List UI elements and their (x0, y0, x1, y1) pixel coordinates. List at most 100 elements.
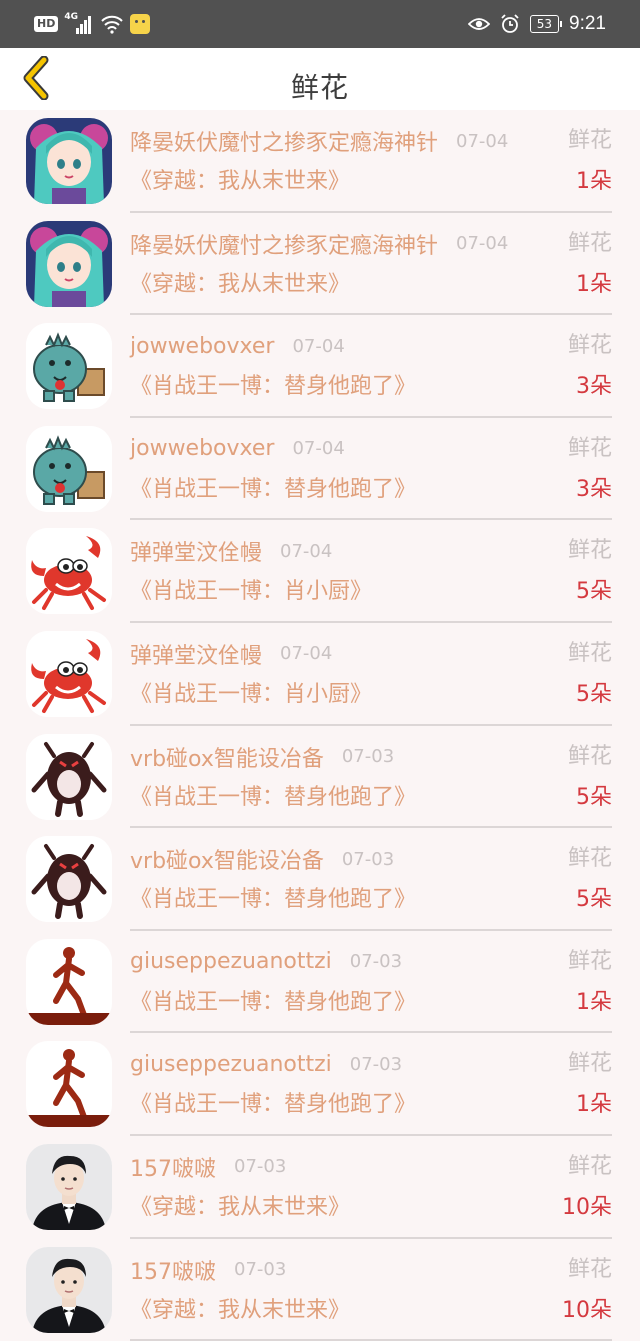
avatar-image (26, 220, 112, 307)
user-meta: jowwebovxer 07-04 (130, 329, 345, 363)
gift-date: 07-03 (234, 1259, 287, 1281)
user-meta: 降晏妖伏魔忖之掺豕定瘾海神针 07-04 (130, 124, 508, 158)
avatar[interactable] (26, 938, 112, 1025)
flower-count: 5朵 (576, 579, 612, 605)
book-title[interactable]: 《肖战王一博：替身他跑了》 (130, 985, 416, 1021)
gift-kind: 鲜花 (567, 948, 612, 974)
avatar-image (26, 1143, 112, 1230)
user-meta: 降晏妖伏魔忖之掺豕定瘾海神针 07-04 (130, 227, 508, 261)
book-title[interactable]: 《肖战王一博：替身他跑了》 (130, 882, 416, 918)
book-title[interactable]: 《穿越：我从末世来》 (130, 1190, 350, 1226)
gift-kind: 鲜花 (567, 128, 612, 153)
book-title[interactable]: 《穿越：我从末世来》 (130, 164, 350, 200)
notification-face-icon (130, 14, 151, 34)
list-item[interactable]: jowwebovxer 07-04 鲜花 《肖战王一博：替身他跑了》 3朵 (0, 315, 640, 418)
avatar[interactable] (26, 630, 112, 717)
book-title[interactable]: 《肖战王一博：替身他跑了》 (130, 472, 416, 508)
list-item[interactable]: 157啵啵 07-03 鲜花 《穿越：我从末世来》 10朵 (0, 1239, 640, 1341)
list-item[interactable]: vrb碰ox智能设冶备 07-03 鲜花 《肖战王一博：替身他跑了》 5朵 (0, 828, 640, 931)
avatar[interactable] (26, 836, 112, 923)
book-title[interactable]: 《肖战王一博：肖小厨》 (130, 677, 372, 713)
list-item[interactable]: giuseppezuanottzi 07-03 鲜花 《肖战王一博：替身他跑了》… (0, 1033, 640, 1136)
user-meta: 157啵啵 07-03 (130, 1150, 286, 1184)
gift-date: 07-04 (456, 233, 509, 255)
avatar[interactable] (26, 528, 112, 615)
avatar-image (26, 1041, 112, 1128)
flower-count: 5朵 (576, 887, 612, 913)
user-name[interactable]: vrb碰ox智能设冶备 (130, 843, 324, 875)
list-item[interactable]: giuseppezuanottzi 07-03 鲜花 《肖战王一博：替身他跑了》… (0, 931, 640, 1034)
avatar-image (26, 733, 112, 820)
list-item[interactable]: 弹弹堂汶佺幔 07-04 鲜花 《肖战王一博：肖小厨》 5朵 (0, 623, 640, 726)
gift-date: 07-03 (349, 951, 403, 973)
gift-kind: 鲜花 (567, 640, 612, 666)
book-title[interactable]: 《穿越：我从末世来》 (130, 267, 350, 303)
avatar[interactable] (26, 220, 112, 307)
gift-kind: 鲜花 (567, 846, 612, 872)
book-title[interactable]: 《肖战王一博：替身他跑了》 (130, 369, 416, 405)
alarm-icon (501, 14, 519, 33)
book-title[interactable]: 《肖战王一博：替身他跑了》 (130, 1087, 416, 1123)
status-left-icons: HD 4G (34, 12, 151, 36)
book-title[interactable]: 《肖战王一博：替身他跑了》 (130, 780, 416, 816)
user-meta: 弹弹堂汶佺幔 07-04 (130, 637, 332, 671)
eye-icon (467, 18, 490, 30)
list-item[interactable]: 157啵啵 07-03 鲜花 《穿越：我从末世来》 10朵 (0, 1136, 640, 1239)
avatar-image (26, 528, 112, 615)
nav-bar: 鲜花 (0, 48, 640, 110)
user-name[interactable]: 降晏妖伏魔忖之掺豕定瘾海神针 (130, 125, 438, 157)
list-item[interactable]: 弹弹堂汶佺幔 07-04 鲜花 《肖战王一博：肖小厨》 5朵 (0, 520, 640, 623)
user-name[interactable]: 157啵啵 (130, 1151, 216, 1183)
wifi-icon (101, 15, 124, 34)
user-name[interactable]: giuseppezuanottzi (130, 949, 332, 974)
gift-kind: 鲜花 (567, 1256, 612, 1282)
user-meta: vrb碰ox智能设冶备 07-03 (130, 842, 394, 876)
user-name[interactable]: 弹弹堂汶佺幔 (130, 535, 262, 567)
avatar[interactable] (26, 1041, 112, 1128)
flower-count: 3朵 (576, 476, 612, 502)
flower-count: 1朵 (576, 1092, 612, 1118)
list-item[interactable]: jowwebovxer 07-04 鲜花 《肖战王一博：替身他跑了》 3朵 (0, 418, 640, 521)
user-name[interactable]: 弹弹堂汶佺幔 (130, 638, 262, 670)
gift-date: 07-04 (280, 540, 333, 562)
status-right-icons: 53 9:21 (467, 10, 606, 38)
avatar-image (26, 836, 112, 923)
page-title: 鲜花 (290, 71, 349, 104)
gift-kind: 鲜花 (567, 538, 612, 564)
avatar[interactable] (26, 1143, 112, 1230)
avatar-image (26, 323, 112, 410)
gift-kind: 鲜花 (567, 230, 612, 256)
list-item[interactable]: 降晏妖伏魔忖之掺豕定瘾海神针 07-04 鲜花 《穿越：我从末世来》 1朵 (0, 213, 640, 316)
avatar-image (26, 118, 112, 204)
avatar-image (26, 630, 112, 717)
gift-kind: 鲜花 (567, 743, 612, 769)
gift-kind: 鲜花 (567, 1153, 612, 1179)
user-meta: giuseppezuanottzi 07-03 (130, 945, 402, 979)
user-meta: 弹弹堂汶佺幔 07-04 (130, 534, 332, 568)
user-name[interactable]: jowwebovxer (130, 436, 274, 461)
user-meta: jowwebovxer 07-04 (130, 432, 345, 466)
list-item[interactable]: 降晏妖伏魔忖之掺豕定瘾海神针 07-04 鲜花 《穿越：我从末世来》 1朵 (0, 110, 640, 213)
book-title[interactable]: 《穿越：我从末世来》 (130, 1293, 350, 1329)
flower-count: 3朵 (576, 374, 612, 400)
battery-icon: 53 (529, 15, 563, 33)
avatar[interactable] (26, 733, 112, 820)
user-name[interactable]: vrb碰ox智能设冶备 (130, 741, 324, 773)
user-name[interactable]: jowwebovxer (130, 334, 274, 359)
avatar[interactable] (26, 118, 112, 204)
user-name[interactable]: 157啵啵 (130, 1254, 216, 1286)
flower-count: 10朵 (562, 1194, 612, 1220)
gift-date: 07-03 (341, 848, 395, 870)
gift-date: 07-03 (234, 1156, 287, 1178)
list-item[interactable]: vrb碰ox智能设冶备 07-03 鲜花 《肖战王一博：替身他跑了》 5朵 (0, 726, 640, 829)
avatar[interactable] (26, 1246, 112, 1333)
user-meta: giuseppezuanottzi 07-03 (130, 1047, 402, 1081)
user-name[interactable]: 降晏妖伏魔忖之掺豕定瘾海神针 (130, 228, 438, 260)
status-bar: HD 4G 53 9:21 (0, 0, 640, 48)
book-title[interactable]: 《肖战王一博：肖小厨》 (130, 574, 372, 610)
avatar-image (26, 1246, 112, 1333)
avatar[interactable] (26, 425, 112, 512)
user-name[interactable]: giuseppezuanottzi (130, 1052, 332, 1077)
avatar[interactable] (26, 323, 112, 410)
gift-date: 07-04 (292, 438, 345, 460)
